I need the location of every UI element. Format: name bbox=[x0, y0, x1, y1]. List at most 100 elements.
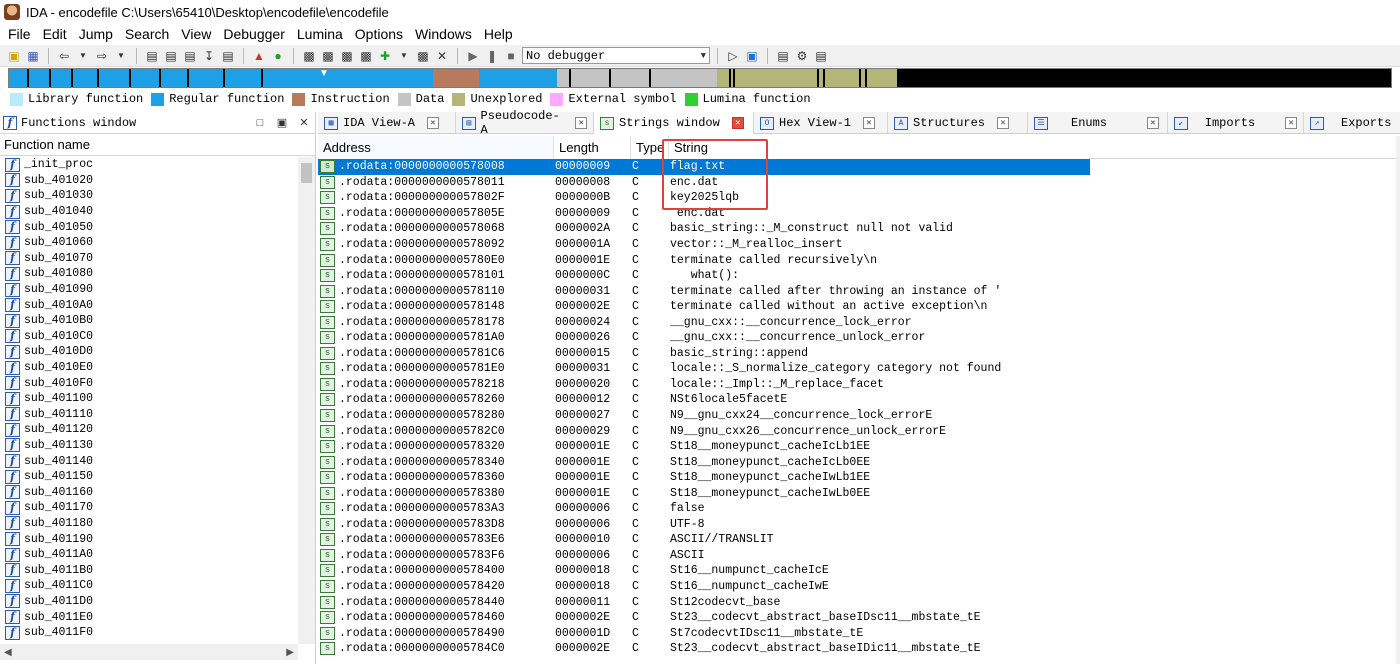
function-list-item[interactable]: f sub_401180 bbox=[0, 516, 298, 532]
run-green-icon[interactable]: ● bbox=[270, 48, 286, 64]
restore-window-icon[interactable]: □ bbox=[249, 117, 271, 129]
string-row[interactable]: s .rodata:0000000000578218 00000020 Clocale… bbox=[318, 377, 1400, 393]
pause-icon[interactable]: ❚ bbox=[484, 48, 500, 64]
menu-jump[interactable]: Jump bbox=[73, 24, 119, 45]
data-icon[interactable]: ▩ bbox=[320, 48, 336, 64]
string-row[interactable]: s .rodata:00000000005780E0 0000001E Ctermin… bbox=[318, 252, 1400, 268]
function-list-item[interactable]: f sub_401190 bbox=[0, 531, 298, 547]
string-row[interactable]: s .rodata:0000000000578280 00000027 C N9__gn… bbox=[318, 408, 1400, 424]
string-row[interactable]: s .rodata:0000000000578068 0000002A Cbasic_… bbox=[318, 221, 1400, 237]
function-list-item[interactable]: f sub_401070 bbox=[0, 251, 298, 267]
string-row[interactable]: s .rodata:0000000000578340 0000001E C St18__… bbox=[318, 454, 1400, 470]
close-icon[interactable]: ✕ bbox=[997, 117, 1010, 129]
menu-options[interactable]: Options bbox=[349, 24, 409, 45]
float-window-icon[interactable]: ▣ bbox=[271, 116, 293, 129]
function-list-item[interactable]: f sub_401130 bbox=[0, 438, 298, 454]
close-icon[interactable]: ✕ bbox=[863, 117, 876, 129]
menu-view[interactable]: View bbox=[175, 24, 217, 45]
close-icon[interactable]: ✕ bbox=[1147, 117, 1160, 129]
function-list-item[interactable]: f sub_401110 bbox=[0, 407, 298, 423]
back-arrow-icon[interactable]: ⇦ bbox=[56, 48, 72, 64]
string-row[interactable]: s .rodata:000000000057805E 00000009 C enc.d… bbox=[318, 206, 1400, 222]
function-list-item[interactable]: f sub_4011A0 bbox=[0, 547, 298, 563]
chevron-down-icon[interactable]: ▼ bbox=[396, 48, 412, 64]
menu-windows[interactable]: Windows bbox=[409, 24, 478, 45]
search-next-icon[interactable]: ▤ bbox=[182, 48, 198, 64]
menu-lumina[interactable]: Lumina bbox=[291, 24, 349, 45]
scrollbar-thumb[interactable] bbox=[301, 163, 312, 183]
chevron-down-icon[interactable]: ▼ bbox=[113, 48, 129, 64]
binary-search-icon[interactable]: ▤ bbox=[144, 48, 160, 64]
function-list-item[interactable]: f sub_401150 bbox=[0, 469, 298, 485]
string-row[interactable]: s .rodata:0000000000578011 00000008 Cenc.da… bbox=[318, 175, 1400, 191]
string-row[interactable]: s .rodata:000000000057802F 0000000B Ckey202… bbox=[318, 190, 1400, 206]
string-row[interactable]: s .rodata:0000000000578320 0000001E C St18__… bbox=[318, 439, 1400, 455]
close-icon[interactable]: ✕ bbox=[575, 117, 587, 129]
string-row[interactable]: s .rodata:0000000000578178 00000024 C __gnu_… bbox=[318, 314, 1400, 330]
string-row[interactable]: s .rodata:0000000000578400 00000018 C St16__… bbox=[318, 563, 1400, 579]
stop-icon[interactable]: ■ bbox=[503, 48, 519, 64]
functions-vertical-scrollbar[interactable] bbox=[298, 157, 315, 644]
string-row[interactable]: s .rodata:00000000005784C0 0000002E C St23__… bbox=[318, 641, 1400, 657]
tab-pseudocode-a[interactable]: ▤ Pseudocode-A ✕ bbox=[456, 109, 594, 137]
function-list-item[interactable]: f sub_4010A0 bbox=[0, 297, 298, 313]
graph-view-icon[interactable]: ▲ bbox=[251, 48, 267, 64]
text-search-icon[interactable]: ▤ bbox=[163, 48, 179, 64]
function-list-item[interactable]: f sub_4011C0 bbox=[0, 578, 298, 594]
string-row[interactable]: s .rodata:00000000005783E6 00000010 C ASCII/… bbox=[318, 532, 1400, 548]
function-list-item[interactable]: f sub_4011F0 bbox=[0, 625, 298, 641]
string-row[interactable]: s .rodata:0000000000578380 0000001E C St18__… bbox=[318, 485, 1400, 501]
scroll-right-icon[interactable]: ▶ bbox=[286, 647, 294, 658]
string-row[interactable]: s .rodata:0000000000578092 0000001A Cvector… bbox=[318, 237, 1400, 253]
function-list-item[interactable]: f sub_401020 bbox=[0, 173, 298, 189]
function-list-item[interactable]: f sub_4011D0 bbox=[0, 594, 298, 610]
function-list-item[interactable]: f sub_401160 bbox=[0, 484, 298, 500]
function-list-item[interactable]: f sub_401090 bbox=[0, 282, 298, 298]
menu-edit[interactable]: Edit bbox=[37, 24, 73, 45]
menu-debugger[interactable]: Debugger bbox=[217, 24, 291, 45]
close-x-icon[interactable]: ✕ bbox=[434, 48, 450, 64]
struct-icon[interactable]: ▩ bbox=[339, 48, 355, 64]
function-name-column-header[interactable]: Function name bbox=[0, 134, 315, 156]
function-list-item[interactable]: f sub_4011E0 bbox=[0, 609, 298, 625]
play-icon[interactable]: ▶ bbox=[465, 48, 481, 64]
menu-search[interactable]: Search bbox=[119, 24, 175, 45]
tools-icon[interactable]: ⚙ bbox=[794, 48, 810, 64]
string-row[interactable]: s .rodata:0000000000578420 00000018 C St16__… bbox=[318, 579, 1400, 595]
undefine-icon[interactable]: ▩ bbox=[415, 48, 431, 64]
tab-ida-view-a[interactable]: ▦ IDA View-A ✕ bbox=[318, 112, 456, 134]
string-row[interactable]: s .rodata:0000000000578110 00000031 Ctermin… bbox=[318, 283, 1400, 299]
function-list-item[interactable]: f sub_401080 bbox=[0, 266, 298, 282]
string-row[interactable]: s .rodata:0000000000578360 0000001E C St18__… bbox=[318, 470, 1400, 486]
code-icon[interactable]: ▩ bbox=[301, 48, 317, 64]
plugin-icon[interactable]: ▤ bbox=[813, 48, 829, 64]
function-list-item[interactable]: f sub_4010D0 bbox=[0, 344, 298, 360]
function-list-item[interactable]: f sub_4010B0 bbox=[0, 313, 298, 329]
debugger-select[interactable]: No debugger ▼ bbox=[522, 47, 710, 64]
close-icon[interactable]: ✕ bbox=[1285, 117, 1297, 129]
string-row[interactable]: s .rodata:00000000005783A3 00000006 Cfalse bbox=[318, 501, 1400, 517]
list-view-icon[interactable]: ▤ bbox=[775, 48, 791, 64]
function-list-item[interactable]: f sub_401100 bbox=[0, 391, 298, 407]
string-row[interactable]: s .rodata:00000000005781E0 00000031 Clocale… bbox=[318, 361, 1400, 377]
close-icon[interactable]: ✕ bbox=[293, 116, 315, 129]
function-list-item[interactable]: f sub_401140 bbox=[0, 453, 298, 469]
search-down-icon[interactable]: ↧ bbox=[201, 48, 217, 64]
string-row[interactable]: s .rodata:00000000005783D8 00000006 C UTF-8 bbox=[318, 517, 1400, 533]
scroll-left-icon[interactable]: ◀ bbox=[4, 647, 12, 658]
function-list-item[interactable]: f sub_4011B0 bbox=[0, 562, 298, 578]
function-list-item[interactable]: f _init_proc bbox=[0, 157, 298, 173]
tab-hex-view-1[interactable]: O Hex View-1 ✕ bbox=[754, 112, 888, 134]
tab-enums[interactable]: ☰ Enums ✕ bbox=[1028, 112, 1168, 134]
string-row[interactable]: s .rodata:0000000000578148 0000002E Ctermin… bbox=[318, 299, 1400, 315]
close-icon[interactable]: ✕ bbox=[731, 117, 744, 129]
navigation-band[interactable]: ▼ bbox=[8, 68, 1392, 88]
open-folder-icon[interactable]: ▣ bbox=[6, 48, 22, 64]
chevron-down-icon[interactable]: ▼ bbox=[75, 48, 91, 64]
function-list-item[interactable]: f sub_401050 bbox=[0, 219, 298, 235]
string-row[interactable]: s .rodata:00000000005781C6 00000015 Cbasic_… bbox=[318, 346, 1400, 362]
function-list-item[interactable]: f sub_4010F0 bbox=[0, 375, 298, 391]
string-row[interactable]: s .rodata:0000000000578460 0000002E C St23__… bbox=[318, 610, 1400, 626]
tab-exports[interactable]: ↗ Exports bbox=[1304, 112, 1400, 134]
tab-imports[interactable]: ↙ Imports ✕ bbox=[1168, 112, 1304, 134]
